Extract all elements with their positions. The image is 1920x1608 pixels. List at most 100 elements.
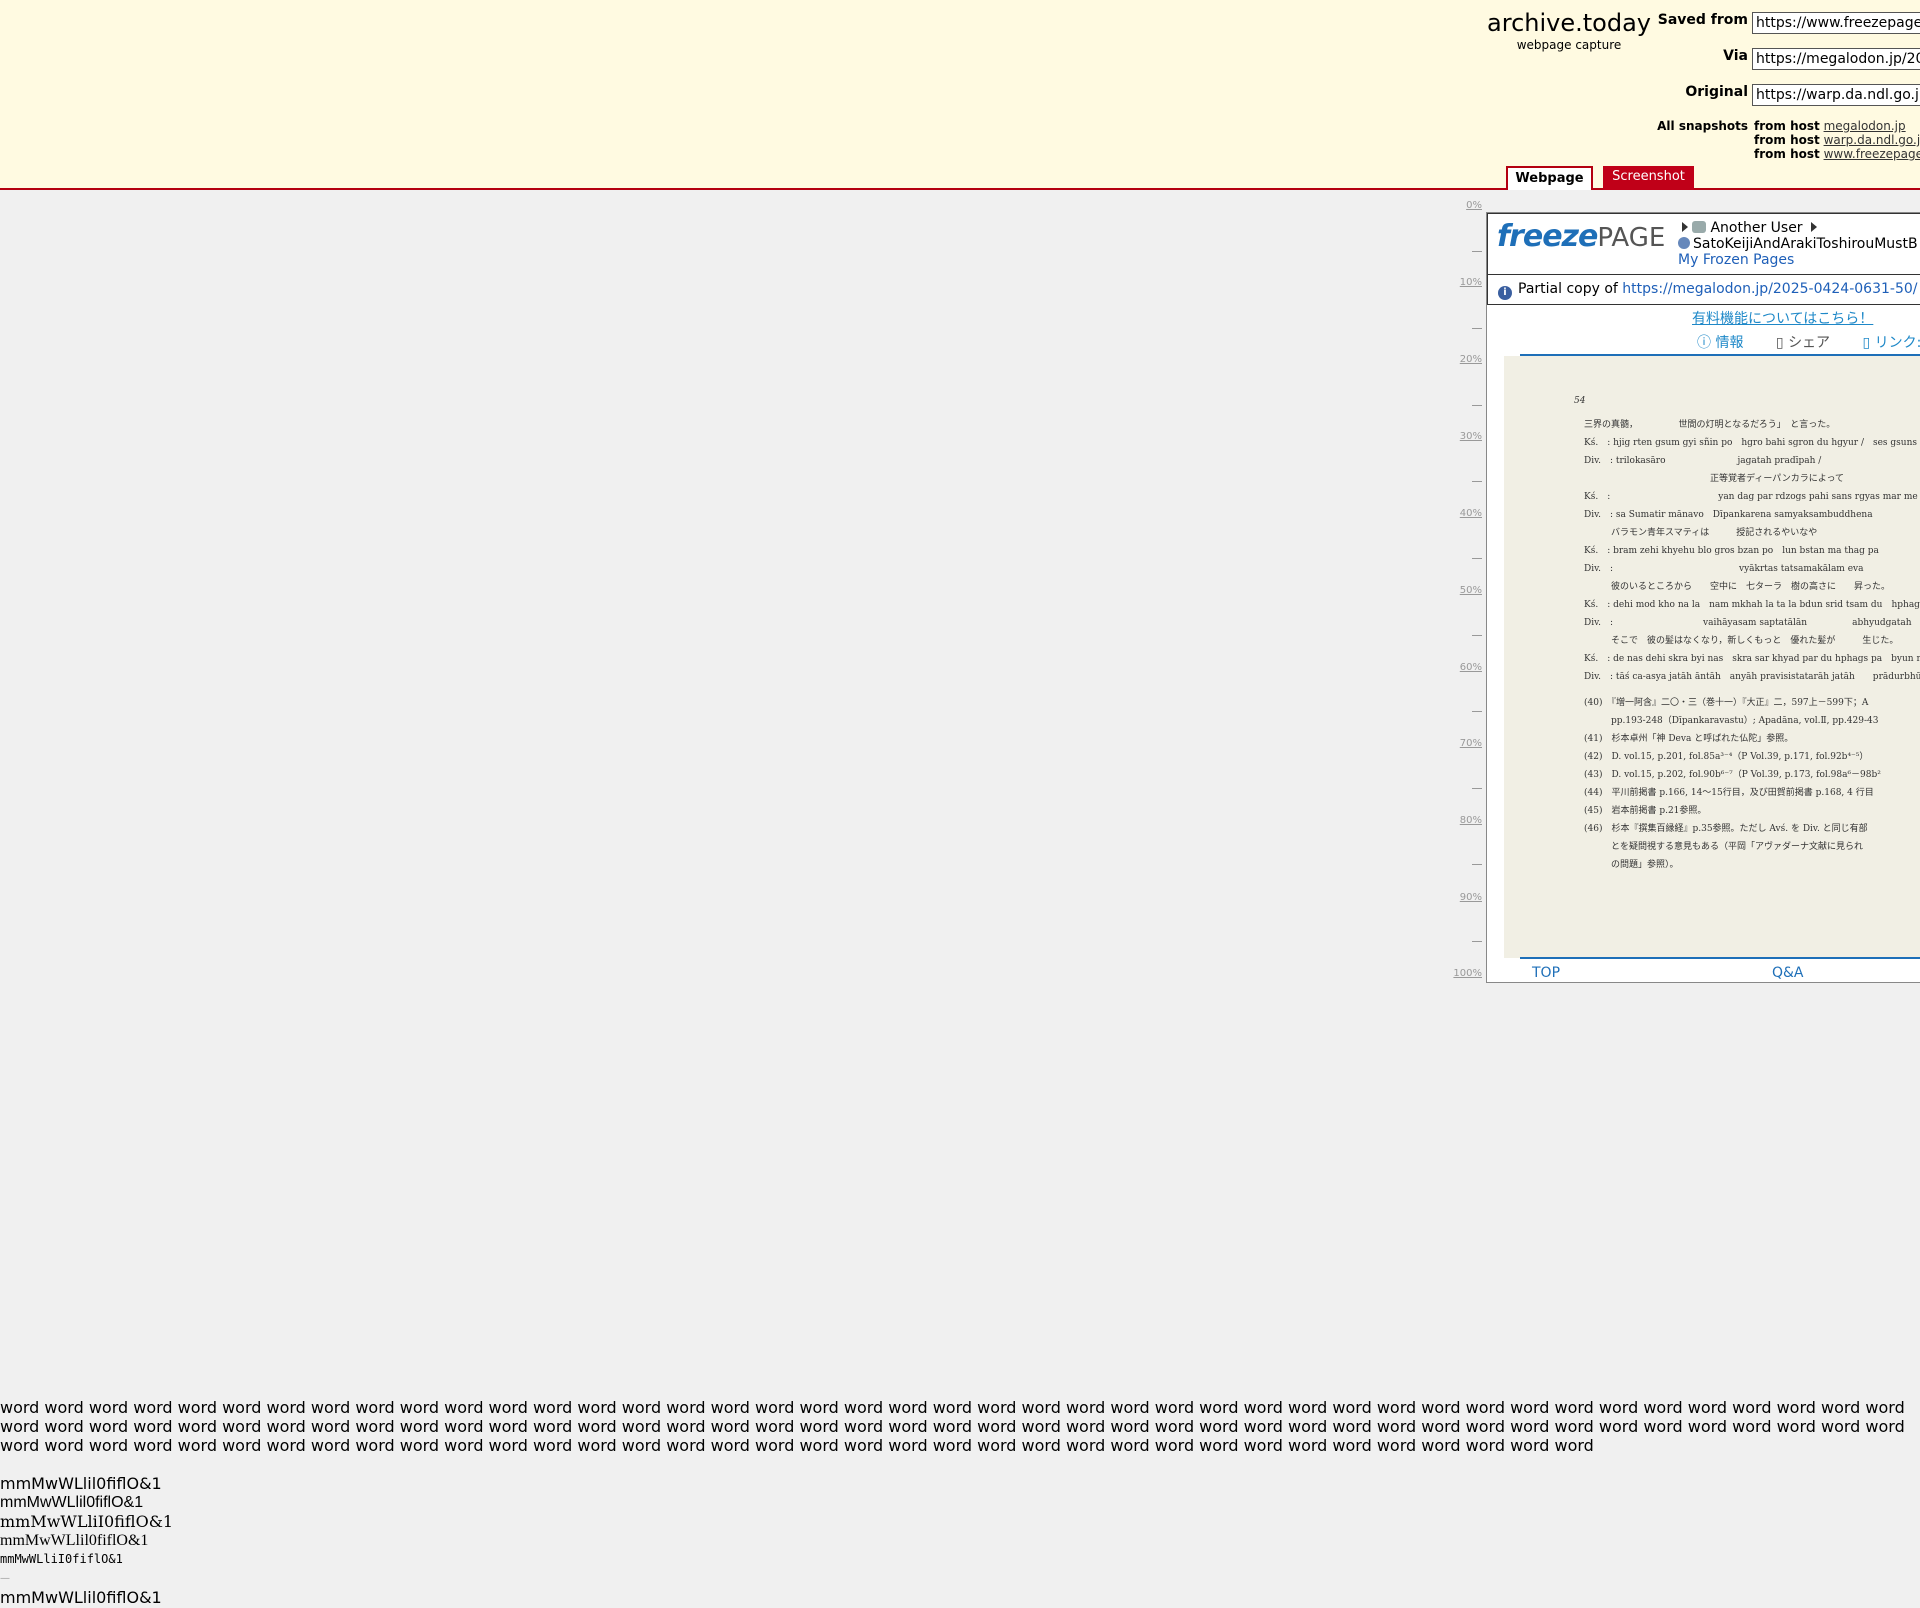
snapshot-prefix: from host <box>1754 133 1820 147</box>
scan-line: 三界の真髄， 世間の灯明となるだろう」 と言った。 <box>1584 420 1836 430</box>
scan-line: の問題」参照）。 <box>1584 860 1679 870</box>
partial-copy-url-link[interactable]: https://megalodon.jp/2025-0424-0631-50/ <box>1622 281 1917 297</box>
tab-screenshot[interactable]: Screenshot <box>1603 166 1694 190</box>
snapshot-host-link[interactable]: megalodon.jp <box>1824 119 1906 133</box>
ruler-label[interactable]: 50% <box>1460 585 1482 596</box>
scan-line: (42) D. vol.15, p.201, fol.85a³⁻⁴（P Vol.… <box>1584 752 1869 762</box>
scan-line: バラモン青年スマティは 授記されるやいなや <box>1584 528 1818 538</box>
scan-line: Kś. : hjig rten gsum gyi sñin po hgro ba… <box>1584 438 1920 448</box>
divider <box>1520 957 1920 959</box>
font-sample-separator: — <box>0 1573 10 1584</box>
chevron-right-icon <box>1682 222 1688 232</box>
snapshot-host-link[interactable]: www.freezepage.com <box>1824 147 1920 161</box>
scan-line: そこで 彼の髪はなくなり，新しくもっと 優れた髪が 生じた。 <box>1584 636 1899 646</box>
ruler-label[interactable]: 80% <box>1460 815 1482 826</box>
saved-from-field[interactable]: https://www.freezepage.com/ <box>1752 12 1920 34</box>
ruler-tick <box>1472 405 1482 406</box>
original-label: Original <box>1685 84 1748 100</box>
scan-line: Kś. : bram zehi khyehu blo gros bzan po … <box>1584 546 1879 556</box>
scan-line: pp.193-248（Dīpankaravastu）; Apadāna, vol… <box>1584 716 1879 726</box>
scan-line: (45) 岩本前掲書 p.21参照。 <box>1584 806 1707 816</box>
info-icon: i <box>1498 286 1512 300</box>
font-sample-list: mmMwWLlil0fiflO&1 mmMwWLlil0fiflO&1 mmMw… <box>0 1474 173 1607</box>
freezepage-header: freezePAGE Another User SatoKeijiAndArak… <box>1487 213 1920 305</box>
scroll-ruler: 0% 10% 20% 30% 40% 50% 60% 70% 80% 90% 1… <box>1430 200 1482 980</box>
font-sample: mmMwWLliI0fiflO&1 <box>0 1552 123 1566</box>
ruler-label[interactable]: 30% <box>1460 431 1482 442</box>
freezepage-logo-a: freeze <box>1497 219 1598 254</box>
ruler-label[interactable]: 40% <box>1460 508 1482 519</box>
partial-copy-bar: i Partial copy of https://megalodon.jp/20… <box>1488 274 1920 304</box>
ruler-label[interactable]: 100% <box>1453 968 1482 979</box>
my-frozen-pages-link[interactable]: My Frozen Pages <box>1678 252 1794 268</box>
font-sample: mmMwWLlil0fiflO&1 <box>0 1474 162 1493</box>
page-info-icon <box>1678 237 1690 249</box>
ruler-label[interactable]: 20% <box>1460 354 1482 365</box>
scan-line: Div. : vyākrtas tatsamakālam eva <box>1584 564 1864 574</box>
ruler-tick <box>1472 864 1482 865</box>
tab-webpage[interactable]: Webpage <box>1506 166 1593 190</box>
snapshot-row: from host www.freezepage.com <box>1754 147 1920 161</box>
original-field[interactable]: https://warp.da.ndl.go.jp/ <box>1752 84 1920 106</box>
ruler-label[interactable]: 10% <box>1460 277 1482 288</box>
link-action-label: リンク: 通常 <box>1874 335 1920 351</box>
scan-line: 彼のいるところから 空中に 七ターラ 樹の高さに 昇った。 <box>1584 582 1891 592</box>
ruler-tick <box>1472 711 1482 712</box>
frozen-page-name: SatoKeijiAndArakiToshirouMustB <box>1693 236 1918 252</box>
captured-page-frame: freezePAGE Another User SatoKeijiAndArak… <box>1486 212 1920 983</box>
users-icon <box>1692 221 1706 233</box>
scan-line: (40) 『増一阿含』二〇・三（巻十一）『大正』二，597上－599下；A <box>1584 698 1869 708</box>
via-field[interactable]: https://megalodon.jp/2025-0424-0631-50/ <box>1752 48 1920 70</box>
paid-features-link[interactable]: 有料機能についてはこちら！ <box>1692 308 1873 328</box>
word-paragraph: word word word word word word word word … <box>0 1398 1905 1455</box>
ruler-label[interactable]: 60% <box>1460 662 1482 673</box>
scan-line: Div. : sa Sumatir mānavo Dīpankarena sam… <box>1584 510 1873 520</box>
font-sample: mmMwWLlil0fiflO&1 <box>0 1532 149 1549</box>
scan-line: Kś. : dehi mod kho na la nam mkhah la ta… <box>1584 600 1920 610</box>
saved-from-label: Saved from <box>1657 12 1748 28</box>
info-action[interactable]: ⓘ 情報 <box>1697 335 1757 351</box>
chevron-right-icon <box>1811 222 1818 232</box>
ruler-label[interactable]: 70% <box>1460 738 1482 749</box>
share-action-label: シェア <box>1788 335 1831 351</box>
scanned-document-image: 54 三界の真髄， 世間の灯明となるだろう」 と言った。 Kś. : hjig … <box>1504 356 1920 958</box>
archive-header: archive.today webpage capture Saved from… <box>0 0 1920 190</box>
nav-qa-link[interactable]: Q&A <box>1772 965 1804 981</box>
freezepage-logo[interactable]: freezePAGE <box>1497 219 1665 254</box>
ruler-label[interactable]: 90% <box>1460 892 1482 903</box>
snapshot-prefix: from host <box>1754 147 1820 161</box>
scan-line: Div. : vaihāyasam saptatālān abhyudgatah <box>1584 618 1912 628</box>
info-action-label: 情報 <box>1715 335 1744 351</box>
scan-line: (43) D. vol.15, p.202, fol.90b⁶⁻⁷（P Vol.… <box>1584 770 1881 780</box>
ruler-tick <box>1472 481 1482 482</box>
scan-line: Kś. : yan dag par rdzogs pahi sans rgyas… <box>1584 492 1920 502</box>
scan-line: Div. : tāś ca-asya jatāh āntāh anyāh pra… <box>1584 672 1920 682</box>
ruler-tick <box>1472 788 1482 789</box>
via-label: Via <box>1723 48 1748 64</box>
snapshot-host-link[interactable]: warp.da.ndl.go.jp <box>1824 133 1920 147</box>
ruler-tick <box>1472 941 1482 942</box>
scan-line: Kś. : de nas dehi skra byi nas skra sar … <box>1584 654 1920 664</box>
font-sample: mmMwWLliI0fiflO&1 <box>0 1512 174 1531</box>
snapshot-row: from host warp.da.ndl.go.jp <box>1754 133 1920 147</box>
link-action[interactable]: ▯ リンク: 通常 <box>1863 335 1920 351</box>
snapshot-prefix: from host <box>1754 119 1820 133</box>
scan-line: (46) 杉本『撰集百縁経』p.35参照。ただし Avś. を Div. と同じ… <box>1584 824 1868 834</box>
share-action[interactable]: ▯ シェア <box>1776 335 1844 351</box>
freezepage-logo-b: PAGE <box>1597 223 1666 253</box>
scan-line: Div. : trilokasāro jagatah pradīpah / <box>1584 456 1822 466</box>
scan-line: 正等覚者ディーパンカラによって <box>1584 474 1845 484</box>
user-label[interactable]: Another User <box>1710 220 1802 236</box>
ruler-tick <box>1472 251 1482 252</box>
freezepage-breadcrumb: Another User SatoKeijiAndArakiToshirouMu… <box>1678 220 1918 268</box>
scan-line: とを疑問視する意見もある（平岡「アヴァダーナ文献に見られ <box>1584 842 1864 852</box>
font-sample: mmMwWLlil0fiflO&1 <box>0 1588 162 1607</box>
ruler-label[interactable]: 0% <box>1466 200 1482 211</box>
ruler-tick <box>1472 328 1482 329</box>
scan-line: (41) 杉本卓州「神 Deva と呼ばれた仏陀」参照。 <box>1584 734 1794 744</box>
snapshot-row: from host megalodon.jp <box>1754 119 1906 133</box>
page-actions: ⓘ 情報 ▯ シェア ▯ リンク: 通常 <box>1697 332 1920 352</box>
nav-top-link[interactable]: TOP <box>1532 965 1560 981</box>
ruler-tick <box>1472 558 1482 559</box>
scan-line: (44) 平川前掲書 p.166, 14～15行目，及び田賀前掲書 p.168,… <box>1584 788 1874 798</box>
